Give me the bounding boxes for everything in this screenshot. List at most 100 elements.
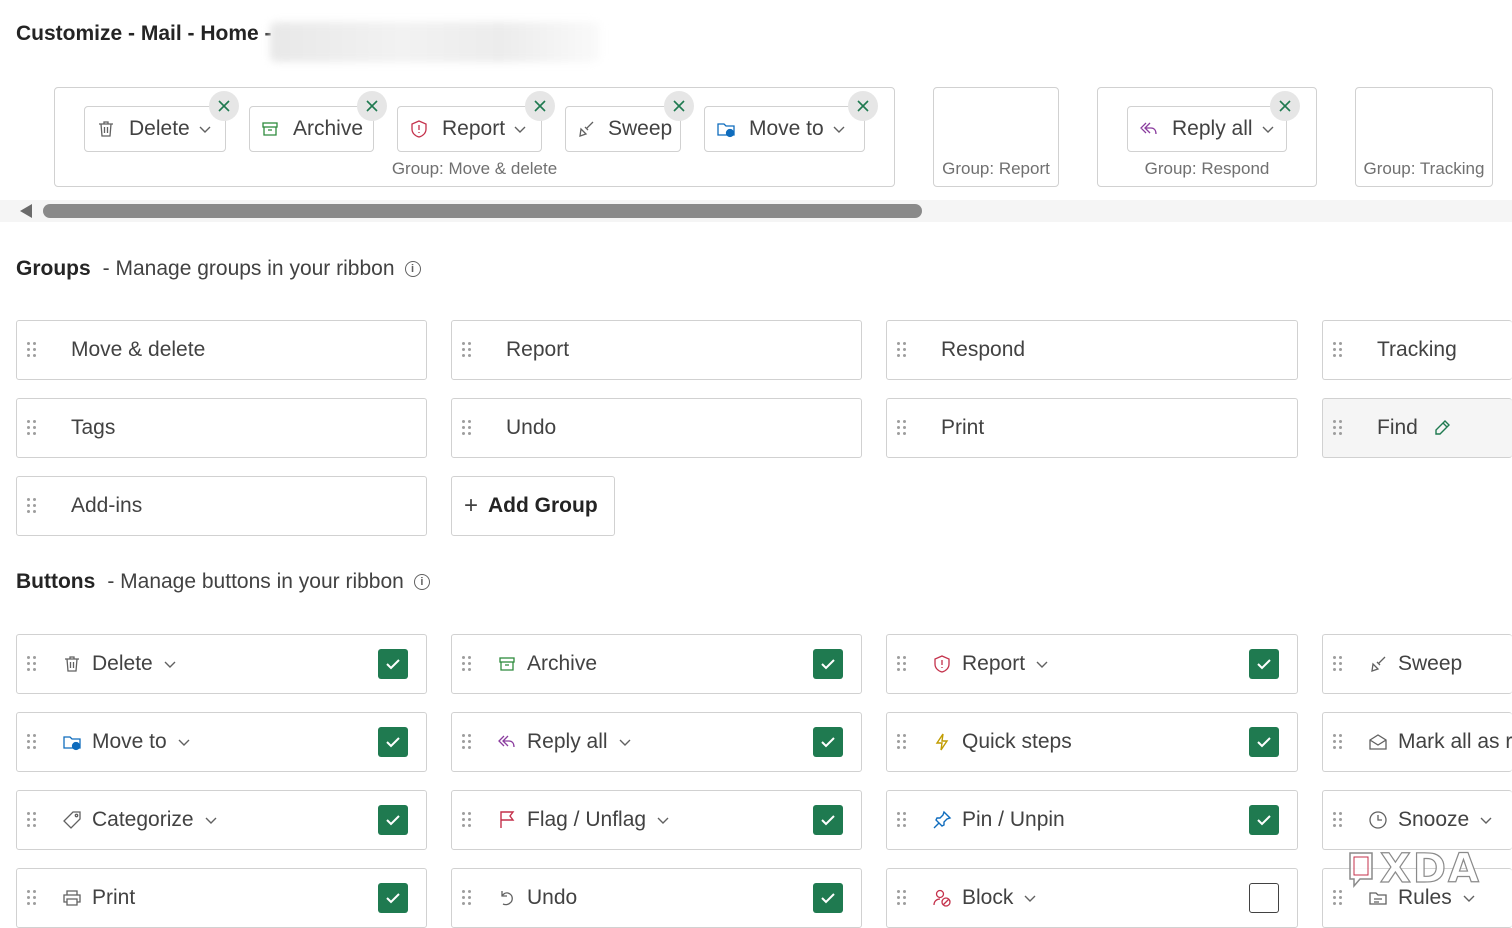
checkbox-checked[interactable] [378, 649, 408, 679]
drag-handle-icon[interactable] [1333, 420, 1343, 436]
remove-reply-all-button[interactable] [1270, 91, 1300, 121]
ribbon-delete-button[interactable]: Delete [84, 106, 226, 152]
info-icon[interactable]: i [413, 574, 430, 590]
drag-handle-icon[interactable] [27, 734, 37, 750]
watermark-text: XDA [1379, 845, 1481, 892]
drag-handle-icon[interactable] [897, 420, 907, 436]
button-item-move-to[interactable]: Move to [16, 712, 427, 772]
xda-logo-icon [1349, 852, 1373, 889]
drag-handle-icon[interactable] [27, 498, 37, 514]
button-item-pin-unpin[interactable]: Pin / Unpin [886, 790, 1298, 850]
button-item-delete[interactable]: Delete [16, 634, 427, 694]
scroll-left-arrow-icon[interactable] [20, 204, 32, 218]
group-item-move-delete[interactable]: Move & delete [16, 320, 427, 380]
drag-handle-icon[interactable] [1333, 342, 1343, 358]
drag-handle-icon[interactable] [1333, 812, 1343, 828]
close-icon [534, 100, 546, 112]
button-label: Snooze [1398, 808, 1470, 831]
drag-handle-icon[interactable] [897, 890, 907, 906]
drag-handle-icon[interactable] [27, 420, 37, 436]
group-item-find[interactable]: Find [1322, 398, 1512, 458]
group-item-print[interactable]: Print [886, 398, 1298, 458]
close-icon [673, 100, 685, 112]
drag-handle-icon[interactable] [1333, 656, 1343, 672]
button-item-undo[interactable]: Undo [451, 868, 862, 928]
ribbon-move-to-button[interactable]: Move to [704, 106, 865, 152]
checkbox-checked[interactable] [1249, 649, 1279, 679]
add-group-button[interactable]: + Add Group [451, 476, 615, 536]
drag-handle-icon[interactable] [897, 734, 907, 750]
buttons-heading: Buttons [16, 570, 96, 593]
button-label: Undo [527, 886, 578, 909]
chevron-down-icon[interactable] [1261, 122, 1275, 136]
shield-icon [931, 653, 953, 675]
remove-sweep-button[interactable] [664, 91, 694, 121]
chevron-down-icon[interactable] [513, 122, 527, 136]
checkbox-checked[interactable] [813, 805, 843, 835]
group-item-tags[interactable]: Tags [16, 398, 427, 458]
button-item-categorize[interactable]: Categorize [16, 790, 427, 850]
drag-handle-icon[interactable] [27, 890, 37, 906]
checkbox-checked[interactable] [378, 727, 408, 757]
button-label: Reply all [527, 730, 608, 753]
undo-icon [496, 887, 518, 909]
button-item-archive[interactable]: Archive [451, 634, 862, 694]
checkbox-checked[interactable] [1249, 727, 1279, 757]
checkbox-unchecked[interactable] [1249, 883, 1279, 913]
remove-report-button[interactable] [525, 91, 555, 121]
printer-icon [61, 887, 83, 909]
remove-move-to-button[interactable] [848, 91, 878, 121]
button-item-snooze[interactable]: Snooze [1322, 790, 1512, 850]
drag-handle-icon[interactable] [27, 812, 37, 828]
drag-handle-icon[interactable] [897, 812, 907, 828]
group-item-add-ins[interactable]: Add-ins [16, 476, 427, 536]
drag-handle-icon[interactable] [462, 890, 472, 906]
group-item-tracking[interactable]: Tracking [1322, 320, 1512, 380]
drag-handle-icon[interactable] [897, 342, 907, 358]
checkbox-checked[interactable] [378, 805, 408, 835]
checkbox-checked[interactable] [813, 649, 843, 679]
checkbox-checked[interactable] [1249, 805, 1279, 835]
drag-handle-icon[interactable] [1333, 890, 1343, 906]
group-item-report[interactable]: Report [451, 320, 862, 380]
checkbox-checked[interactable] [378, 883, 408, 913]
ribbon-archive-button[interactable]: Archive [249, 106, 374, 152]
info-icon[interactable]: i [404, 261, 421, 277]
button-item-flag-unflag[interactable]: Flag / Unflag [451, 790, 862, 850]
tag-icon [61, 809, 83, 831]
button-item-print[interactable]: Print [16, 868, 427, 928]
button-item-quick-steps[interactable]: Quick steps [886, 712, 1298, 772]
chevron-down-icon[interactable] [198, 122, 212, 136]
trash-icon [61, 653, 83, 675]
ribbon-reply-all-button[interactable]: Reply all [1127, 106, 1287, 152]
drag-handle-icon[interactable] [1333, 734, 1343, 750]
button-item-sweep[interactable]: Sweep [1322, 634, 1512, 694]
drag-handle-icon[interactable] [27, 342, 37, 358]
flag-icon [496, 809, 518, 831]
drag-handle-icon[interactable] [462, 420, 472, 436]
button-label: Print [92, 886, 136, 909]
drag-handle-icon[interactable] [462, 734, 472, 750]
remove-archive-button[interactable] [357, 91, 387, 121]
drag-handle-icon[interactable] [27, 656, 37, 672]
chevron-down-icon[interactable] [832, 122, 846, 136]
drag-handle-icon[interactable] [462, 812, 472, 828]
group-item-undo[interactable]: Undo [451, 398, 862, 458]
drag-handle-icon[interactable] [897, 656, 907, 672]
button-item-mark-all-as-read[interactable]: Mark all as re [1322, 712, 1512, 772]
button-item-report[interactable]: Report [886, 634, 1298, 694]
button-item-block[interactable]: Block [886, 868, 1298, 928]
checkbox-checked[interactable] [813, 883, 843, 913]
drag-handle-icon[interactable] [462, 656, 472, 672]
group-label: Find [1377, 416, 1418, 439]
group-item-respond[interactable]: Respond [886, 320, 1298, 380]
pencil-edit-icon[interactable] [1432, 418, 1452, 438]
scrollbar-thumb[interactable] [43, 204, 922, 218]
ribbon-report-button[interactable]: Report [397, 106, 542, 152]
remove-delete-button[interactable] [209, 91, 239, 121]
button-label: Sweep [1398, 652, 1463, 675]
button-item-reply-all[interactable]: Reply all [451, 712, 862, 772]
checkbox-checked[interactable] [813, 727, 843, 757]
drag-handle-icon[interactable] [462, 342, 472, 358]
ribbon-sweep-button[interactable]: Sweep [565, 106, 681, 152]
